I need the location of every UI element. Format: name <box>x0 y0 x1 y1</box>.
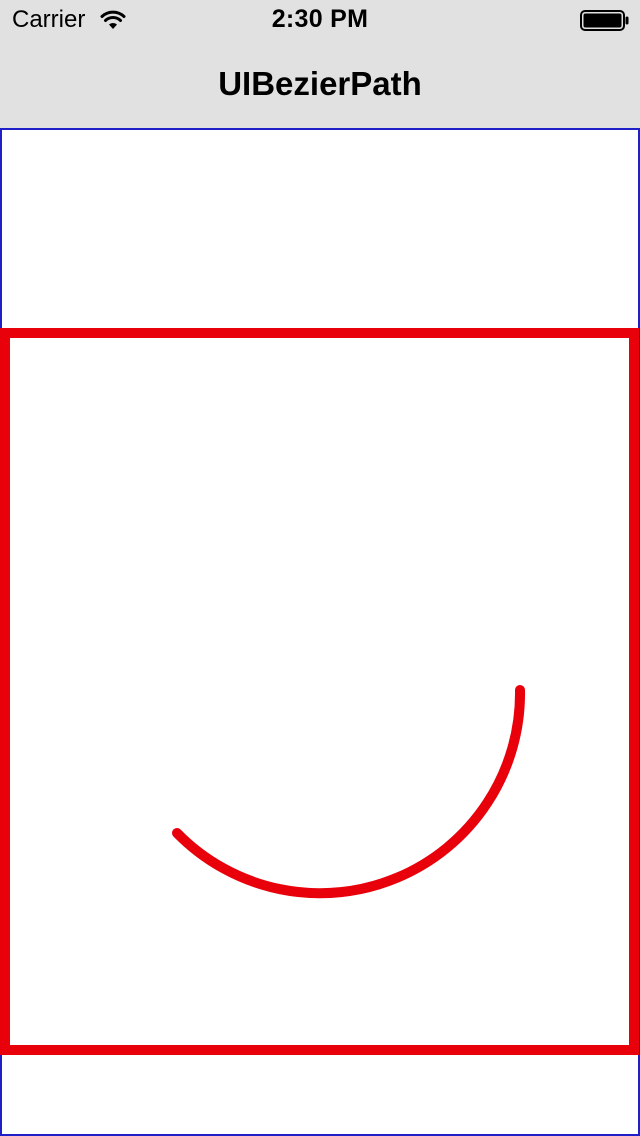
red-square-path <box>0 328 639 1055</box>
red-arc-path <box>172 685 526 899</box>
bezier-drawing <box>0 328 639 1055</box>
app-screen: Carrier 2:30 PM UIBezierPath <box>0 0 640 1136</box>
